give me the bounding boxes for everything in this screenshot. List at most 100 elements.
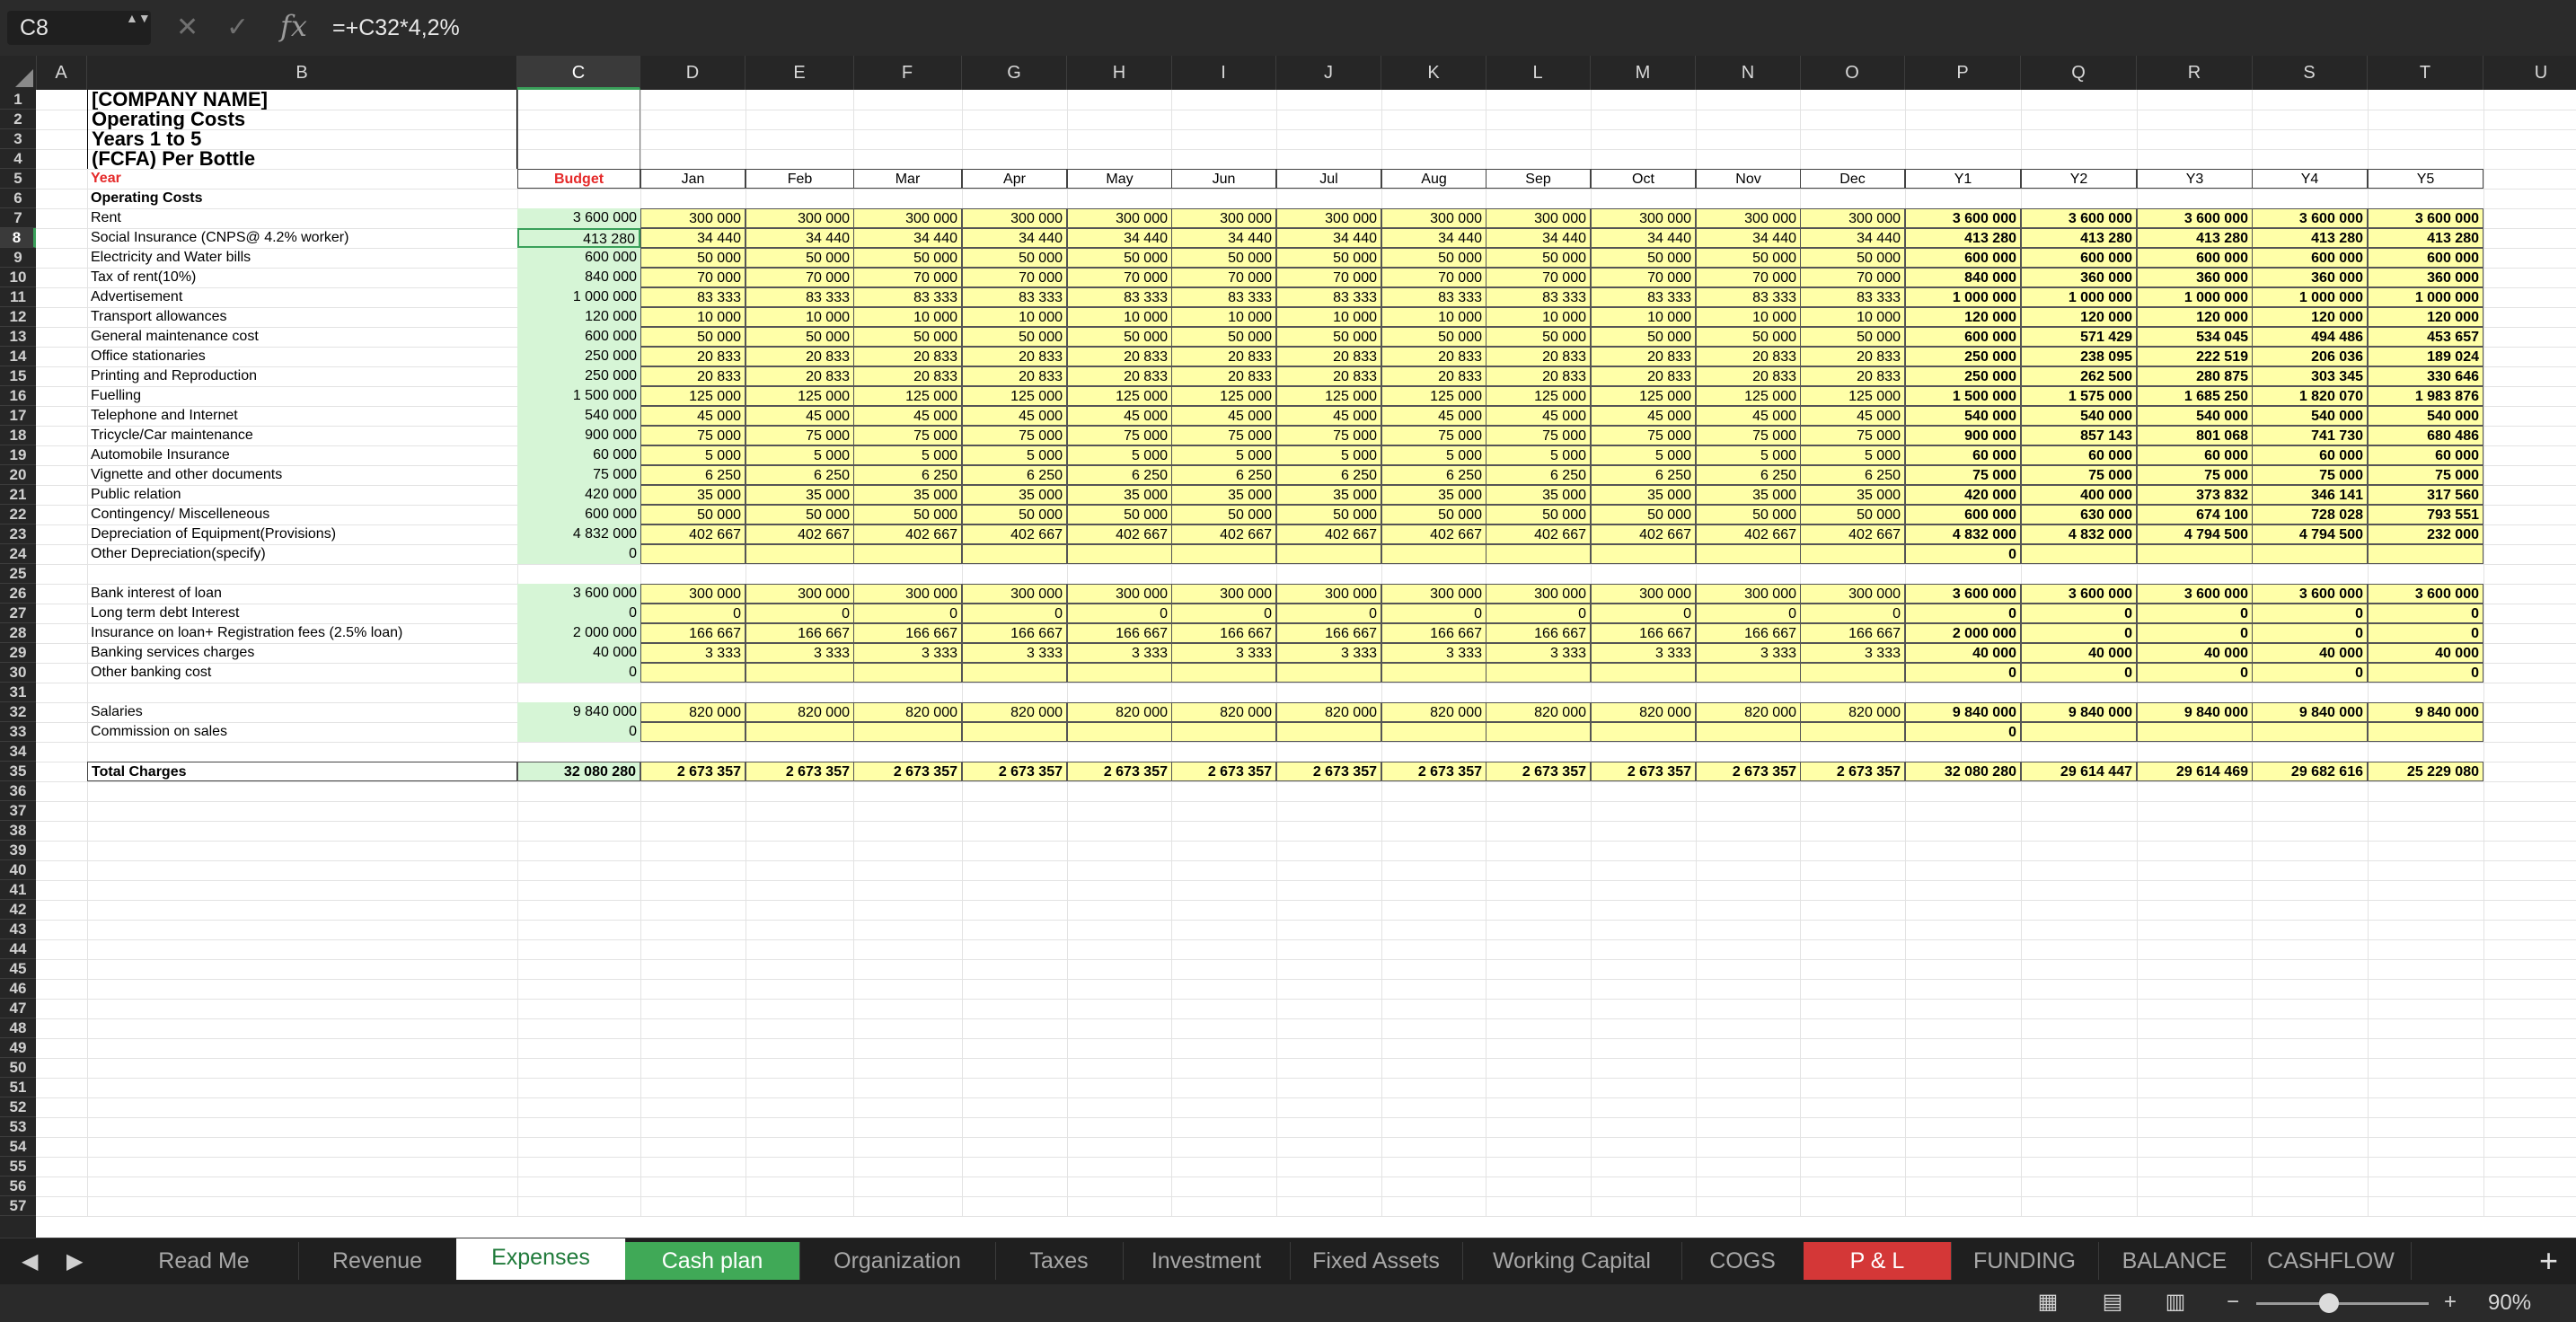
column-header-c[interactable]: C	[517, 56, 640, 90]
monthly-value[interactable]: 166 667	[1276, 623, 1381, 643]
row-header-29[interactable]: 29	[0, 643, 36, 663]
budget-value[interactable]: 1 000 000	[517, 287, 640, 307]
monthly-value[interactable]: 300 000	[1067, 208, 1172, 228]
sheet-tab-fixed-assets[interactable]: Fixed Assets	[1290, 1242, 1463, 1280]
sheet-tab-organization[interactable]: Organization	[799, 1242, 996, 1280]
monthly-value[interactable]	[1696, 663, 1801, 683]
monthly-value[interactable]: 820 000	[1696, 702, 1801, 722]
monthly-value[interactable]: 6 250	[1276, 465, 1381, 485]
row-label[interactable]: Commission on sales	[87, 722, 517, 742]
row-header-18[interactable]: 18	[0, 426, 36, 445]
yearly-value[interactable]: 600 000	[2252, 248, 2368, 268]
yearly-value[interactable]: 600 000	[1905, 505, 2021, 524]
yearly-value[interactable]: 120 000	[2252, 307, 2368, 327]
monthly-value[interactable]: 70 000	[1486, 268, 1591, 287]
monthly-value[interactable]: 3 333	[1276, 643, 1381, 663]
yearly-value[interactable]: 3 600 000	[2137, 208, 2253, 228]
monthly-value[interactable]	[640, 663, 745, 683]
budget-value[interactable]: 2 000 000	[517, 623, 640, 643]
monthly-value[interactable]: 50 000	[745, 327, 854, 347]
monthly-value[interactable]: 20 833	[1276, 347, 1381, 366]
row-header-6[interactable]: 6	[0, 189, 36, 208]
monthly-value[interactable]: 125 000	[962, 386, 1067, 406]
monthly-value[interactable]	[1067, 544, 1172, 564]
monthly-value[interactable]: 34 440	[1381, 228, 1486, 248]
monthly-value[interactable]: 3 333	[1381, 643, 1486, 663]
monthly-value[interactable]: 402 667	[1067, 524, 1172, 544]
yearly-value[interactable]: 0	[1905, 663, 2021, 683]
row-label[interactable]: Tax of rent(10%)	[87, 268, 517, 287]
monthly-value[interactable]: 5 000	[1696, 445, 1801, 465]
monthly-value[interactable]: 402 667	[962, 524, 1067, 544]
monthly-value[interactable]: 50 000	[1067, 248, 1172, 268]
monthly-value[interactable]: 20 833	[1696, 366, 1801, 386]
monthly-value[interactable]: 75 000	[1171, 426, 1276, 445]
name-box-stepper-icon[interactable]: ▲▼	[126, 9, 151, 27]
monthly-value[interactable]: 10 000	[1171, 307, 1276, 327]
row-header-39[interactable]: 39	[0, 841, 36, 860]
monthly-value[interactable]: 820 000	[1800, 702, 1905, 722]
monthly-value[interactable]: 50 000	[1591, 248, 1696, 268]
sheet-tab-working-capital[interactable]: Working Capital	[1462, 1242, 1682, 1280]
row-label[interactable]: Banking services charges	[87, 643, 517, 663]
yearly-value[interactable]: 1 575 000	[2021, 386, 2137, 406]
monthly-value[interactable]: 50 000	[1591, 327, 1696, 347]
monthly-value[interactable]: 2 673 357	[1067, 762, 1172, 781]
budget-value[interactable]: 60 000	[517, 445, 640, 465]
budget-value[interactable]: 3 600 000	[517, 208, 640, 228]
budget-value[interactable]: 250 000	[517, 347, 640, 366]
monthly-value[interactable]: 50 000	[640, 505, 745, 524]
yearly-value[interactable]: 40 000	[2368, 643, 2483, 663]
row-label[interactable]: Automobile Insurance	[87, 445, 517, 465]
sheet-tab-cash-plan[interactable]: Cash plan	[625, 1242, 800, 1280]
monthly-value[interactable]: 2 673 357	[745, 762, 854, 781]
yearly-value[interactable]: 600 000	[2368, 248, 2483, 268]
monthly-value[interactable]: 3 333	[745, 643, 854, 663]
monthly-value[interactable]: 6 250	[1696, 465, 1801, 485]
monthly-value[interactable]: 3 333	[1171, 643, 1276, 663]
monthly-value[interactable]: 83 333	[640, 287, 745, 307]
monthly-value[interactable]: 45 000	[1800, 406, 1905, 426]
monthly-value[interactable]: 3 333	[1067, 643, 1172, 663]
monthly-value[interactable]: 300 000	[1591, 584, 1696, 604]
yearly-value[interactable]: 534 045	[2137, 327, 2253, 347]
monthly-value[interactable]: 0	[1486, 604, 1591, 623]
column-header-r[interactable]: R	[2137, 56, 2253, 90]
monthly-value[interactable]: 166 667	[640, 623, 745, 643]
yearly-value[interactable]: 494 486	[2252, 327, 2368, 347]
row-header-26[interactable]: 26	[0, 584, 36, 604]
row-label[interactable]: Depreciation of Equipment(Provisions)	[87, 524, 517, 544]
yearly-value[interactable]: 360 000	[2252, 268, 2368, 287]
period-header-mar[interactable]: Mar	[853, 169, 962, 189]
row-label[interactable]: Total Charges	[87, 762, 517, 781]
monthly-value[interactable]	[745, 722, 854, 742]
monthly-value[interactable]: 820 000	[1067, 702, 1172, 722]
monthly-value[interactable]: 5 000	[1067, 445, 1172, 465]
year-label[interactable]: Year	[87, 169, 517, 189]
monthly-value[interactable]	[745, 544, 854, 564]
monthly-value[interactable]: 300 000	[1800, 208, 1905, 228]
monthly-value[interactable]: 125 000	[640, 386, 745, 406]
row-label[interactable]: Social Insurance (CNPS@ 4.2% worker)	[87, 228, 517, 248]
monthly-value[interactable]: 6 250	[1381, 465, 1486, 485]
monthly-value[interactable]: 34 440	[1171, 228, 1276, 248]
yearly-value[interactable]: 317 560	[2368, 485, 2483, 505]
monthly-value[interactable]: 50 000	[640, 248, 745, 268]
row-header-54[interactable]: 54	[0, 1137, 36, 1157]
yearly-value[interactable]: 373 832	[2137, 485, 2253, 505]
row-header-3[interactable]: 3	[0, 129, 36, 149]
budget-header-cell[interactable]	[517, 129, 640, 149]
sheet-tab-funding[interactable]: FUNDING	[1951, 1242, 2099, 1280]
monthly-value[interactable]: 300 000	[745, 584, 854, 604]
monthly-value[interactable]: 45 000	[1067, 406, 1172, 426]
row-header-1[interactable]: 1	[0, 90, 36, 110]
monthly-value[interactable]	[1171, 663, 1276, 683]
row-header-24[interactable]: 24	[0, 544, 36, 564]
yearly-value[interactable]: 232 000	[2368, 524, 2483, 544]
monthly-value[interactable]: 166 667	[1171, 623, 1276, 643]
row-header-15[interactable]: 15	[0, 366, 36, 386]
yearly-value[interactable]: 120 000	[1905, 307, 2021, 327]
monthly-value[interactable]: 0	[853, 604, 962, 623]
yearly-value[interactable]: 280 875	[2137, 366, 2253, 386]
monthly-value[interactable]: 2 673 357	[853, 762, 962, 781]
